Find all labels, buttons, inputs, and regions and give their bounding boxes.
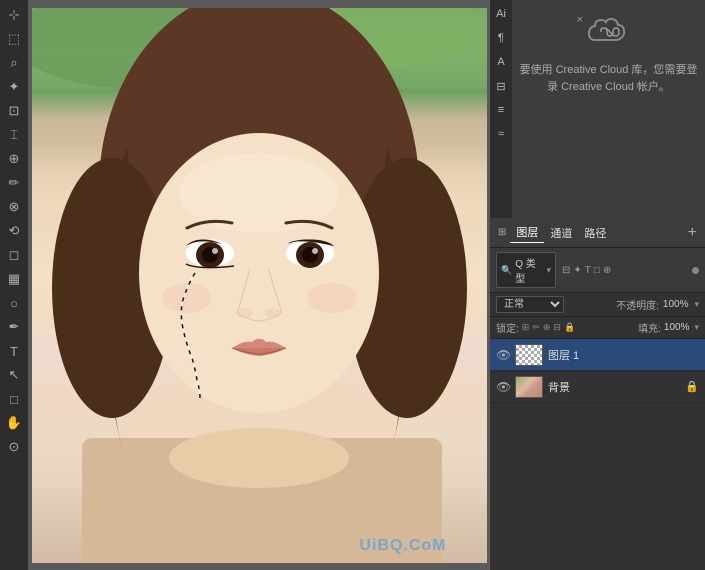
tool-lasso[interactable]: ⌕ — [3, 52, 25, 74]
layers-panel-icon[interactable]: ⊞ — [498, 227, 506, 238]
face-portrait — [32, 8, 487, 563]
tool-magic-wand[interactable]: ✦ — [3, 76, 25, 98]
cc-login-text: 要使用 Creative Cloud 库，您需要登录 Creative Clou… — [518, 62, 699, 95]
cc-x-mark: × — [577, 14, 583, 26]
blend-opacity-row: 正常 不透明度: 100% ▾ — [490, 293, 705, 317]
filter-chevron: ▾ — [546, 265, 551, 276]
tool-select-rect[interactable]: ⬚ — [3, 28, 25, 50]
tool-crop[interactable]: ⊡ — [3, 100, 25, 122]
lock-brush-icon[interactable]: ✏ — [532, 322, 540, 333]
background-photo-thumb — [516, 377, 542, 397]
tool-eyedropper[interactable]: ⌶ — [3, 124, 25, 146]
right-tool-paragraph[interactable]: ¶ — [491, 28, 511, 48]
layer-1-name: 图层 1 — [548, 347, 699, 363]
add-layer-button[interactable]: + — [688, 224, 697, 242]
tool-brush[interactable]: ✏ — [3, 172, 25, 194]
top-section: Ai ¶ A ⊟ ≡ ≈ × 要使用 Creative Cloud 库，您需要 — [490, 0, 705, 218]
blend-mode-select[interactable]: 正常 — [496, 296, 564, 313]
background-thumbnail — [515, 376, 543, 398]
layer-1-visibility-icon[interactable]: 👁 — [496, 348, 510, 362]
right-tool-settings[interactable]: ≈ — [491, 124, 511, 144]
right-tool-ai[interactable]: Ai — [491, 4, 511, 24]
tool-text[interactable]: T — [3, 340, 25, 362]
fill-value: 100% — [664, 322, 690, 333]
canvas-wrapper: UiBQ.CoM — [28, 0, 490, 570]
lock-icons-group: ⊞ ✏ ⊕ ⊟ 🔒 — [522, 322, 575, 333]
layer-1-checker-thumb — [516, 345, 542, 365]
tool-gradient[interactable]: ▦ — [3, 268, 25, 290]
layers-filter-row: 🔍 Q 类型 ▾ ⊟ ✦ T □ ⊕ — [490, 248, 705, 293]
cc-section: × 要使用 Creative Cloud 库，您需要登录 Creative Cl… — [518, 16, 699, 95]
filter-icon-fx[interactable]: ✦ — [573, 265, 581, 276]
filter-type-select[interactable]: 🔍 Q 类型 ▾ — [496, 252, 556, 288]
background-lock-icon: 🔒 — [685, 380, 699, 393]
lock-fill-row: 锁定: ⊞ ✏ ⊕ ⊟ 🔒 填充: 100% ▾ — [490, 317, 705, 339]
filter-icon-image[interactable]: ⊟ — [562, 265, 570, 276]
right-tools-column: Ai ¶ A ⊟ ≡ ≈ — [490, 0, 512, 218]
filter-type-label: Q 类型 — [515, 255, 541, 285]
tool-hand[interactable]: ✋ — [3, 412, 25, 434]
fill-label: 填充: — [638, 320, 661, 335]
filter-icon-smart[interactable]: ⊕ — [603, 265, 611, 276]
lock-move-icon[interactable]: ⊕ — [543, 322, 551, 333]
canvas-area[interactable]: UiBQ.CoM — [28, 0, 490, 570]
opacity-chevron: ▾ — [694, 299, 699, 310]
tab-paths[interactable]: 路径 — [578, 223, 612, 243]
tool-dodge[interactable]: ○ — [3, 292, 25, 314]
lock-label: 锁定: — [496, 320, 519, 335]
cc-cloud-icon: × — [587, 16, 631, 54]
tool-pen[interactable]: ✒ — [3, 316, 25, 338]
lock-checkerboard-icon[interactable]: ⊞ — [522, 322, 530, 333]
search-icon: 🔍 — [501, 265, 512, 276]
left-toolbar: ⊹ ⬚ ⌕ ✦ ⊡ ⌶ ⊕ ✏ ⊗ ⟲ ◻ ▦ ○ ✒ T ↖ □ ✋ ⊙ — [0, 0, 28, 570]
background-layer-name: 背景 — [548, 379, 680, 395]
tab-channels[interactable]: 通道 — [544, 223, 578, 243]
layer-1-thumbnail — [515, 344, 543, 366]
cc-content-area: × 要使用 Creative Cloud 库，您需要登录 Creative Cl… — [512, 0, 705, 218]
background-visibility-icon[interactable]: 👁 — [496, 380, 510, 394]
right-tool-type[interactable]: A — [491, 52, 511, 72]
filter-icon-text[interactable]: T — [585, 265, 591, 276]
tool-move[interactable]: ⊹ — [3, 4, 25, 26]
tool-history[interactable]: ⟲ — [3, 220, 25, 242]
opacity-value: 100% — [663, 299, 689, 310]
tool-heal[interactable]: ⊕ — [3, 148, 25, 170]
lock-all-icon[interactable]: 🔒 — [564, 322, 575, 333]
photo-canvas: UiBQ.CoM — [32, 8, 487, 563]
tab-layers[interactable]: 图层 — [510, 222, 544, 243]
layer-item-background[interactable]: 👁 背景 🔒 — [490, 371, 705, 403]
tool-zoom[interactable]: ⊙ — [3, 436, 25, 458]
opacity-label: 不透明度: — [616, 297, 659, 312]
right-tool-rect[interactable]: ⊟ — [491, 76, 511, 96]
fill-chevron: ▾ — [694, 322, 699, 333]
tool-shape[interactable]: □ — [3, 388, 25, 410]
lock-artboard-icon[interactable]: ⊟ — [553, 322, 561, 333]
layers-panel-header: ⊞ 图层 通道 路径 + — [490, 218, 705, 248]
filter-icons-group: ⊟ ✦ T □ ⊕ — [562, 265, 611, 276]
filter-icon-shape[interactable]: □ — [594, 265, 600, 276]
tool-eraser[interactable]: ◻ — [3, 244, 25, 266]
filter-toggle-dot[interactable] — [692, 267, 699, 274]
tool-clone[interactable]: ⊗ — [3, 196, 25, 218]
tool-path-select[interactable]: ↖ — [3, 364, 25, 386]
layer-item-1[interactable]: 👁 图层 1 — [490, 339, 705, 371]
right-tool-list[interactable]: ≡ — [491, 100, 511, 120]
layers-panel: ⊞ 图层 通道 路径 + 🔍 Q 类型 ▾ ⊟ ✦ T □ ⊕ — [490, 218, 705, 570]
right-panel: Ai ¶ A ⊟ ≡ ≈ × 要使用 Creative Cloud 库，您需要 — [490, 0, 705, 570]
